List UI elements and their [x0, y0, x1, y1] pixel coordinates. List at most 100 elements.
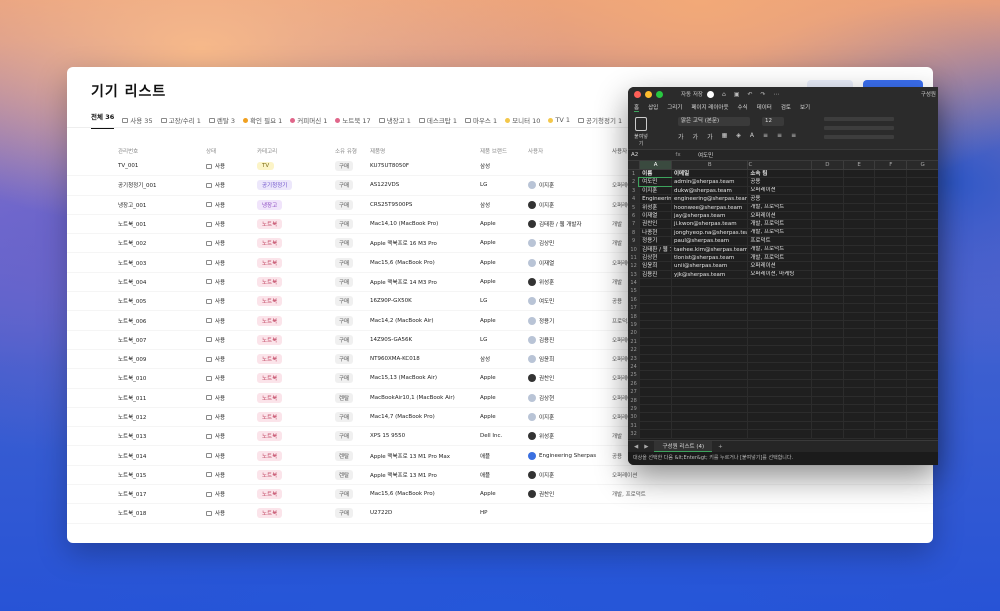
grid-cell[interactable] [842, 354, 875, 362]
grid-cell[interactable] [639, 295, 671, 304]
grid-cell[interactable] [810, 329, 843, 337]
grid-cell[interactable] [906, 211, 938, 220]
grid-cell[interactable] [639, 371, 671, 379]
row-number[interactable]: 10 [628, 245, 640, 253]
grid-cell[interactable]: 소속 팀 [747, 170, 810, 178]
grid-cell[interactable] [747, 337, 810, 346]
save-icon[interactable]: ▣ [734, 91, 740, 98]
row-number[interactable]: 25 [628, 371, 640, 379]
grid-cell[interactable] [906, 371, 938, 379]
grid-cell[interactable] [810, 203, 843, 211]
grid-cell[interactable] [874, 253, 906, 262]
grid-cell[interactable]: 김태환 / 웹 7 [639, 245, 671, 253]
grid-cell[interactable]: engineering@sherpas.team [670, 195, 747, 203]
row-number[interactable]: 31 [628, 421, 640, 430]
grid-cell[interactable] [810, 287, 843, 295]
grid-cell[interactable] [810, 413, 843, 421]
grid-cell[interactable] [747, 396, 810, 404]
grid-cell[interactable] [874, 404, 906, 413]
grid-cell[interactable] [874, 321, 906, 329]
font-size-select[interactable]: 12 [762, 117, 784, 126]
column-header[interactable]: F [874, 161, 906, 169]
grid-cell[interactable]: 이재열 [639, 211, 671, 220]
grid-cell[interactable] [874, 220, 906, 228]
grid-cell[interactable] [810, 388, 843, 396]
grid-cell[interactable] [639, 329, 671, 337]
grid-cell[interactable] [842, 170, 875, 178]
column-header[interactable]: 제품 브랜드 [480, 147, 528, 155]
grid-cell[interactable] [670, 421, 747, 430]
grid-cell[interactable] [842, 312, 875, 321]
grid-cell[interactable] [810, 262, 843, 270]
grid-cell[interactable] [906, 304, 938, 312]
grid-cell[interactable] [906, 388, 938, 396]
grid-cell[interactable] [906, 404, 938, 413]
row-number[interactable]: 14 [628, 279, 640, 287]
grid-cell[interactable] [810, 195, 843, 203]
ribbon-tab[interactable]: 데이터 [757, 103, 772, 111]
grid-cell[interactable]: Engineering S [639, 195, 671, 203]
grid-cell[interactable] [639, 421, 671, 430]
grid-cell[interactable] [670, 287, 747, 295]
grid-cell[interactable] [906, 262, 938, 270]
grid-cell[interactable] [670, 371, 747, 379]
grid-cell[interactable] [670, 388, 747, 396]
grid-cell[interactable]: taehee.kim@sherpas.team [670, 245, 747, 253]
grid-cell[interactable] [874, 329, 906, 337]
row-number[interactable]: 8 [628, 228, 640, 237]
grid-cell[interactable] [906, 312, 938, 321]
grid-cell[interactable] [747, 321, 810, 329]
grid-cell[interactable] [670, 396, 747, 404]
grid-cell[interactable] [874, 362, 906, 371]
grid-cell[interactable] [842, 304, 875, 312]
grid-cell[interactable] [670, 362, 747, 371]
grid-cell[interactable] [670, 354, 747, 362]
grid-cell[interactable]: 개발, 프로덕트 [747, 253, 810, 262]
grid-cell[interactable] [874, 262, 906, 270]
column-header[interactable]: G [906, 161, 938, 169]
grid-cell[interactable] [906, 220, 938, 228]
grid-cell[interactable]: ji.kwon@sherpas.team [670, 220, 747, 228]
grid-cell[interactable] [842, 253, 875, 262]
grid-cell[interactable] [842, 388, 875, 396]
grid-cell[interactable] [639, 287, 671, 295]
fill-color-icon[interactable]: ◈ [736, 132, 741, 141]
next-sheet-icon[interactable]: ▶ [644, 444, 648, 450]
grid-cell[interactable]: jonghyeop.na@sherpas.team [670, 228, 747, 237]
grid-cell[interactable] [874, 346, 906, 354]
row-number[interactable]: 16 [628, 295, 640, 304]
grid-cell[interactable] [874, 211, 906, 220]
grid-cell[interactable]: 개발, 프로덕트 [747, 220, 810, 228]
grid-cell[interactable] [906, 245, 938, 253]
row-number[interactable]: 26 [628, 379, 640, 388]
select-all-corner[interactable] [628, 161, 639, 169]
grid-cell[interactable] [906, 287, 938, 295]
row-number[interactable]: 21 [628, 337, 640, 346]
grid-cell[interactable] [747, 430, 810, 438]
row-number[interactable]: 23 [628, 354, 640, 362]
row-number[interactable]: 3 [628, 186, 640, 195]
table-row[interactable]: 노트북_017 사용 노트북 구매 Mac15,6 (MacBook Pro) Apple… [67, 485, 933, 505]
grid-cell[interactable] [810, 228, 843, 237]
grid-cell[interactable] [874, 379, 906, 388]
grid-cell[interactable] [842, 195, 875, 203]
grid-cell[interactable]: hoonwee@sherpas.team [670, 203, 747, 211]
grid-cell[interactable] [842, 270, 875, 279]
grid-cell[interactable] [874, 371, 906, 379]
grid-cell[interactable] [639, 354, 671, 362]
grid-cell[interactable] [670, 413, 747, 421]
prev-sheet-icon[interactable]: ◀ [634, 444, 638, 450]
grid-cell[interactable] [670, 430, 747, 438]
grid-cell[interactable] [842, 279, 875, 287]
grid-cell[interactable] [906, 379, 938, 388]
row-number[interactable]: 24 [628, 362, 640, 371]
grid-cell[interactable] [639, 337, 671, 346]
grid-cell[interactable] [874, 170, 906, 178]
grid-cell[interactable] [639, 279, 671, 287]
grid-cell[interactable] [810, 421, 843, 430]
grid-cell[interactable] [842, 404, 875, 413]
grid-cell[interactable] [747, 371, 810, 379]
grid-cell[interactable] [906, 421, 938, 430]
grid-cell[interactable] [906, 237, 938, 245]
grid-cell[interactable] [747, 346, 810, 354]
